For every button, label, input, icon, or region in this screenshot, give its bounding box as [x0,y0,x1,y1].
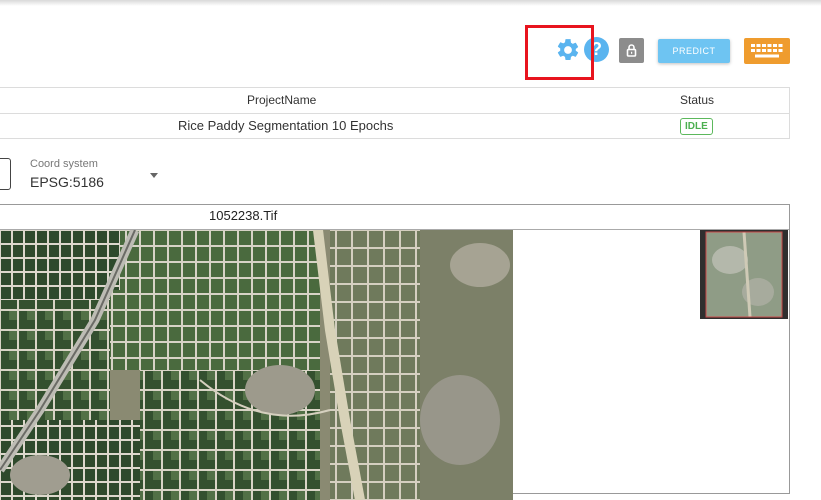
coord-system-select[interactable]: EPSG:5186 [30,174,104,190]
predict-button[interactable]: PREDICT [658,39,730,63]
lock-icon [626,44,637,57]
keyboard-icon [751,44,783,58]
minimap-image [705,231,783,318]
status-badge: IDLE [680,118,713,135]
table-row[interactable]: Rice Paddy Segmentation 10 Epochs IDLE [0,113,789,139]
coord-system-label: Coord system [30,158,98,170]
satellite-map[interactable] [0,230,513,500]
topbar-shadow [0,0,821,6]
minimap[interactable] [700,230,788,319]
project-name-cell: Rice Paddy Segmentation 10 Epochs [178,118,394,133]
viewer-title-bar: 1052238.Tif [0,205,789,230]
file-name: 1052238.Tif [209,208,278,223]
image-viewer: 1052238.Tif [0,204,790,500]
projects-table: ProjectName Status Rice Paddy Segmentati… [0,87,790,139]
keyboard-button[interactable] [744,38,790,64]
chevron-down-icon[interactable] [150,173,158,178]
highlight-box [525,25,594,80]
lock-button[interactable] [619,38,644,63]
table-header: ProjectName Status [0,88,789,114]
left-input-field[interactable] [0,158,11,190]
column-header-project-name[interactable]: ProjectName [247,93,316,107]
column-header-status[interactable]: Status [680,93,714,107]
